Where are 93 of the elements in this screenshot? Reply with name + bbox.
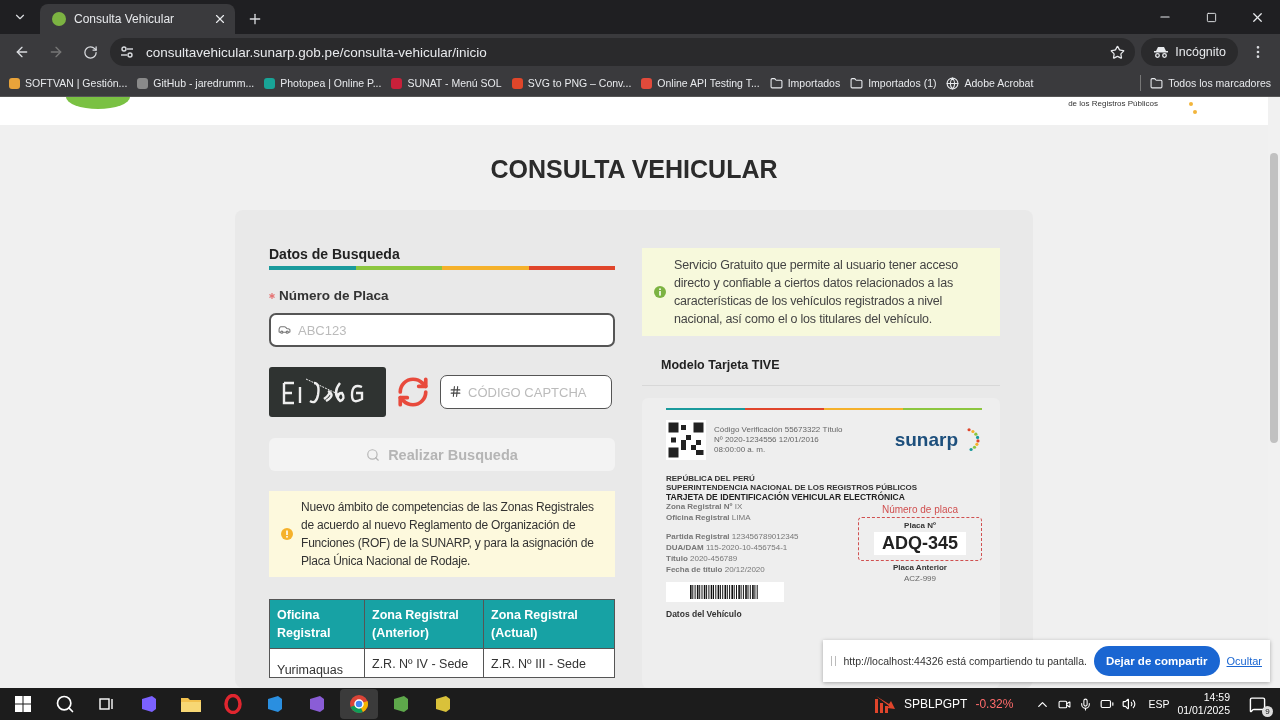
ring-icon — [224, 694, 242, 714]
table-header-cell: Oficina Registral — [269, 599, 365, 649]
card-section-title: Datos del Vehículo — [666, 609, 743, 619]
card-field: Zona Registral Nº IX — [666, 502, 852, 511]
app-icon — [308, 695, 326, 713]
barcode-icon — [666, 582, 784, 602]
info-text: Servicio Gratuito que permite al usuario tener acceso directo y confiable a ciertos datos relacionados a las características de los vehículos registrados a nivel nacional, así como el o los titulares del vehículo. — [674, 257, 959, 328]
globe-icon — [946, 76, 960, 90]
logo-icon — [66, 97, 130, 109]
table-cell: Z.R. Nº III - Sede — [491, 657, 586, 671]
taskbar-app[interactable] — [340, 689, 378, 719]
search-icon — [55, 694, 75, 714]
stock-chart-icon — [874, 695, 897, 713]
site-settings-icon — [120, 46, 134, 58]
volume-icon[interactable] — [1122, 697, 1137, 711]
card-field: Fecha de título 20/12/2020 — [666, 565, 852, 574]
notice-text: Nuevo ámbito de competencias de las Zonas Registrales de acuerdo al nuevo Reglamento de Organización de Funciones (ROF) de la SUNARP, y para la asignación de Placa Única Nacional de Rodaje. — [301, 499, 595, 570]
notifications-button[interactable]: 9 — [1238, 689, 1276, 719]
incognito-icon — [1153, 46, 1170, 58]
card-title: Modelo Tarjeta TIVE — [661, 358, 781, 372]
share-message: http://localhost:44326 está compartiendo tu pantalla. — [843, 655, 1087, 667]
microphone-icon[interactable] — [1079, 697, 1093, 711]
dots-icon — [1188, 101, 1198, 115]
browser-tab[interactable]: Consulta Vehicular — [40, 4, 235, 34]
previous-plate-label: Placa Anterior — [893, 563, 947, 572]
bookmark[interactable]: GitHub - jaredrumm... — [132, 75, 260, 91]
warning-icon — [281, 528, 293, 540]
grip-icon[interactable] — [831, 656, 837, 666]
incognito-button[interactable]: Incógnito — [1141, 38, 1238, 66]
card-field: Partida Registral 123456789012345 — [666, 532, 852, 541]
refresh-icon[interactable] — [396, 375, 430, 409]
restore-icon — [1205, 11, 1217, 23]
task-view-icon — [99, 696, 115, 712]
app-icon — [266, 695, 284, 713]
field-label: Número de Placa — [279, 288, 389, 303]
battery-icon[interactable] — [1100, 697, 1115, 711]
bookmark[interactable]: Online API Testing T... — [636, 75, 765, 91]
document-title: TARJETA DE IDENTIFICACIÓN VEHICULAR ELECTRÓNICA — [666, 492, 905, 502]
bookmark[interactable]: SUNAT - Menú SOL — [386, 75, 507, 91]
favicon-icon — [52, 12, 66, 26]
ticker-change: -0.32% — [975, 697, 1014, 711]
captcha-input-field[interactable]: CÓDIGO CAPTCHA — [440, 375, 612, 409]
folder-icon — [769, 76, 783, 90]
browser-icon — [349, 694, 369, 714]
bookmark[interactable]: Importados — [764, 74, 846, 92]
bookmark-star-icon[interactable] — [1110, 44, 1126, 60]
card-field: Título 2020-456789 — [666, 554, 852, 563]
registry-text: de los Registros Públicos — [1068, 99, 1158, 108]
plate-label: Placa Nº — [904, 521, 936, 530]
folder-icon — [1150, 76, 1164, 90]
required-icon — [269, 292, 275, 299]
plate-input-field[interactable]: ABC123 — [269, 313, 615, 347]
agency-text: SUPERINTENDENCIA NACIONAL DE LOS REGISTROS PÚBLICOS — [666, 483, 919, 492]
bookmark[interactable]: Importados (1) — [845, 74, 942, 92]
folder-icon — [850, 76, 864, 90]
address-bar[interactable]: consultavehicular.sunarp.gob.pe/consulta-vehicular/inicio — [110, 38, 1136, 66]
info-icon — [654, 286, 666, 298]
folder-icon — [181, 696, 201, 712]
logo-text: sunarp — [894, 429, 958, 451]
notification-icon — [1248, 695, 1266, 713]
bookmark[interactable]: Adobe Acrobat — [941, 74, 1039, 92]
previous-plate: ACZ-999 — [904, 574, 936, 583]
clock[interactable]: 14:59 01/01/2025 — [1177, 691, 1230, 717]
table-cell: Yurimaquas — [277, 663, 343, 677]
windows-icon — [15, 696, 31, 712]
card-field: Oficina Registral LIMA — [666, 513, 852, 522]
bookmark[interactable]: Photopea | Online P... — [259, 75, 387, 91]
plus-icon — [247, 11, 263, 27]
reload-icon — [82, 44, 98, 60]
plate-number: ADQ-345 — [874, 532, 966, 555]
forward-arrow-icon — [48, 44, 64, 60]
bookmark[interactable]: SOFTVAN | Gestión... — [4, 75, 133, 91]
hide-link[interactable]: Ocultar — [1226, 655, 1262, 667]
close-icon[interactable] — [213, 12, 227, 26]
verification-text: Código Verificación 55673322 Título Nº 2020-1234556 12/01/2016 08:00:00 a. m. — [714, 425, 844, 455]
table-cell: Z.R. Nº IV - Sede — [372, 657, 469, 671]
table-header-cell: Zona Registral (Actual) — [483, 599, 615, 649]
app-icon — [434, 695, 452, 713]
section-title: Datos de Busqueda — [269, 246, 401, 262]
table-header-cell: Zona Registral (Anterior) — [364, 599, 484, 649]
app-icon — [392, 695, 410, 713]
stop-sharing-button[interactable]: Dejar de compartir — [1093, 646, 1220, 676]
bookmark[interactable]: SVG to PNG – Conv... — [506, 75, 637, 91]
ticker-symbol: SPBLPGPT — [904, 697, 968, 711]
app-icon — [140, 695, 158, 713]
card-field: DUA/DAM 115-2020-10-456754-1 — [666, 543, 852, 552]
search-icon — [366, 447, 381, 462]
page-title: CONSULTA VEHICULAR — [490, 155, 778, 184]
qr-code-icon — [666, 420, 706, 460]
callout-text: Número de placa — [881, 504, 959, 515]
language-indicator[interactable]: ESP — [1148, 698, 1170, 710]
all-bookmarks[interactable]: Todos los marcadores — [1145, 74, 1276, 92]
country-text: REPÚBLICA DEL PERÚ — [666, 474, 756, 483]
